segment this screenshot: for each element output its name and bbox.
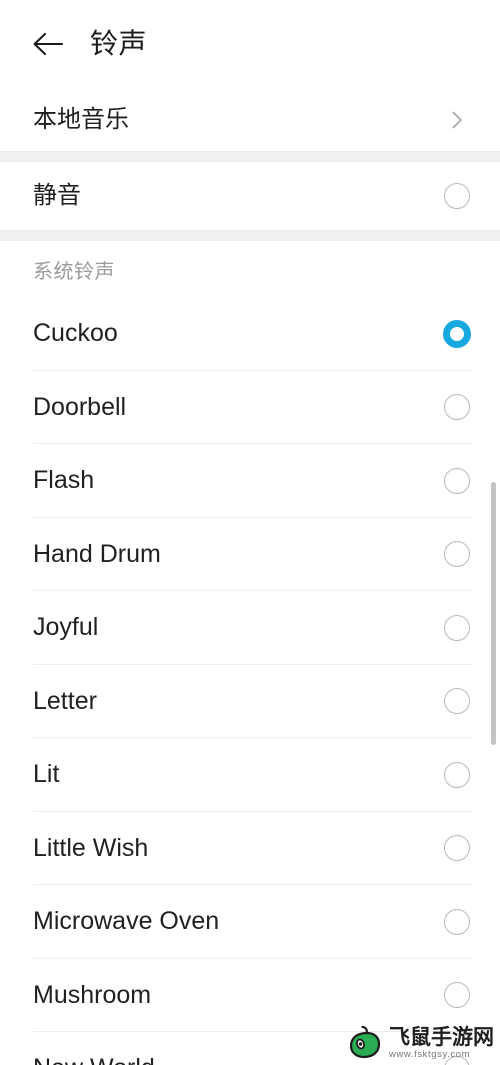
ringtone-label: Mushroom bbox=[33, 980, 152, 1009]
ringtone-list: Cuckoo Doorbell Flash Hand Drum Joyful L… bbox=[0, 297, 500, 1065]
ringtone-row-little-wish[interactable]: Little Wish bbox=[0, 811, 500, 885]
ringtone-label: Letter bbox=[33, 686, 97, 715]
ringtone-label: Flash bbox=[33, 466, 95, 495]
ringtone-label: Joyful bbox=[33, 613, 99, 642]
ringtone-label: Lit bbox=[33, 760, 60, 789]
ringtone-row-lit[interactable]: Lit bbox=[0, 738, 500, 812]
ringtone-row-hand-drum[interactable]: Hand Drum bbox=[0, 517, 500, 591]
ringtone-label: Microwave Oven bbox=[33, 907, 220, 936]
ringtone-radio[interactable] bbox=[444, 541, 470, 568]
ringtone-settings-screen: 铃声 本地音乐 静音 系统铃声 Cuckoo Doorbell Flash Ha… bbox=[0, 0, 500, 1065]
ringtone-radio[interactable] bbox=[444, 908, 470, 935]
ringtone-row-cuckoo[interactable]: Cuckoo bbox=[0, 297, 500, 371]
watermark-text: 飞鼠手游网 www.fsktgsy.com bbox=[389, 1024, 494, 1060]
mouse-logo-icon bbox=[347, 1024, 385, 1062]
ringtone-radio[interactable] bbox=[444, 467, 470, 494]
silent-row[interactable]: 静音 bbox=[0, 162, 500, 230]
ringtone-label: Cuckoo bbox=[33, 319, 118, 348]
ringtone-radio[interactable] bbox=[444, 982, 470, 1009]
ringtone-row-joyful[interactable]: Joyful bbox=[0, 591, 500, 665]
silent-radio[interactable] bbox=[444, 183, 470, 209]
system-ringtones-header: 系统铃声 bbox=[0, 241, 500, 297]
section-divider-band-2 bbox=[0, 230, 500, 241]
back-button[interactable] bbox=[31, 27, 65, 61]
ringtone-radio-selected[interactable] bbox=[443, 319, 471, 348]
chevron-right-icon bbox=[446, 109, 468, 131]
ringtone-row-letter[interactable]: Letter bbox=[0, 664, 500, 738]
ringtone-radio[interactable] bbox=[444, 394, 470, 421]
app-bar: 铃声 bbox=[0, 0, 500, 88]
ringtone-radio[interactable] bbox=[444, 688, 470, 715]
ringtone-row-flash[interactable]: Flash bbox=[0, 444, 500, 518]
local-music-row[interactable]: 本地音乐 bbox=[0, 88, 500, 151]
ringtone-label: Hand Drum bbox=[33, 539, 161, 568]
ringtone-radio[interactable] bbox=[444, 835, 470, 862]
ringtone-row-doorbell[interactable]: Doorbell bbox=[0, 370, 500, 444]
watermark-site-name: 飞鼠手游网 bbox=[389, 1024, 494, 1049]
arrow-left-icon bbox=[31, 29, 65, 59]
ringtone-radio[interactable] bbox=[444, 614, 470, 641]
watermark: 飞鼠手游网 www.fsktgsy.com bbox=[347, 1024, 494, 1062]
ringtone-radio[interactable] bbox=[444, 761, 470, 788]
ringtone-row-mushroom[interactable]: Mushroom bbox=[0, 958, 500, 1032]
watermark-url: www.fsktgsy.com bbox=[389, 1048, 471, 1060]
ringtone-label: Doorbell bbox=[33, 392, 127, 421]
page-title: 铃声 bbox=[90, 28, 148, 59]
section-divider-band bbox=[0, 151, 500, 162]
ringtone-row-microwave-oven[interactable]: Microwave Oven bbox=[0, 885, 500, 959]
local-music-label: 本地音乐 bbox=[33, 105, 129, 133]
silent-label: 静音 bbox=[33, 182, 81, 209]
ringtone-label: Little Wish bbox=[33, 833, 149, 862]
